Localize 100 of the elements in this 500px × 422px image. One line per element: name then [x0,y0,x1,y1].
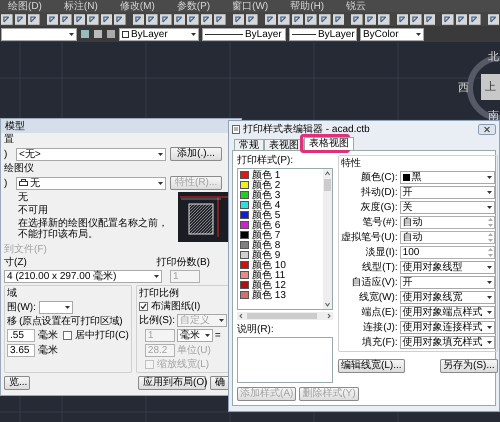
toolbar-icon[interactable] [14,14,26,24]
toolbar-icon[interactable] [214,14,226,24]
caret-icon [486,266,492,269]
toolbar-icon[interactable] [442,14,454,24]
toolbar-icon[interactable] [132,14,144,24]
dropdown[interactable]: 无 [16,176,166,190]
toolbar-icon[interactable] [46,14,58,24]
menu-item[interactable]: 绘图(D) [8,0,42,12]
button[interactable]: 览... [4,376,30,390]
button[interactable]: 应用到布局(O) [138,376,206,390]
list-item[interactable]: 颜色 2 [252,180,280,190]
toolbar-icon[interactable] [1,14,13,24]
list-item[interactable]: 颜色 10 [252,260,286,270]
toolbar-icon[interactable] [318,14,330,24]
list-item[interactable]: 颜色 9 [252,250,280,260]
toolbar-icon[interactable] [174,14,186,24]
dropdown[interactable]: 毫米 [176,329,213,342]
dropdown[interactable]: 开 [400,276,495,289]
list-item[interactable]: 颜色 8 [252,240,280,250]
dropdown[interactable]: 关 [400,201,495,214]
toolbar-icon[interactable] [264,14,276,24]
dropdown[interactable]: ByLayer [289,28,357,40]
toolbar-icon[interactable] [410,14,422,24]
scrollbar[interactable] [237,312,333,320]
unit-label: 毫米 [38,330,58,341]
dropdown[interactable]: 使用对象填充样式 [400,336,495,349]
menu-item[interactable]: 窗口(W) [232,0,268,12]
compass-label[interactable]: 南 [488,111,499,122]
dropdown[interactable]: 黑 [400,171,495,184]
dropdown[interactable]: <无> [16,148,166,160]
compass-label[interactable]: 西 [458,83,469,94]
list-item[interactable]: 颜色 6 [252,220,280,230]
button[interactable]: 添加(.)... [170,147,222,161]
list-item[interactable]: 颜色 13 [252,290,286,300]
menu-item[interactable]: 参数(P) [176,0,210,12]
button[interactable]: 确 [210,376,230,390]
dropdown[interactable]: ByColor [360,28,424,40]
dropdown[interactable]: ByLayer [202,28,286,40]
toolbar-icon[interactable] [278,14,290,24]
dropdown[interactable]: 使用对象连接样式 [400,321,495,334]
list-item[interactable]: 颜色 11 [252,270,286,280]
toolbar-icon[interactable] [469,14,481,24]
menu-item[interactable]: 标注(N) [64,0,98,12]
input-field[interactable]: 3.65 [7,344,35,357]
checkbox[interactable] [63,331,72,340]
toolbar-icon[interactable] [187,14,199,24]
toolbar-icon[interactable] [364,14,376,24]
toolbar-icon[interactable] [87,14,99,24]
menu-item[interactable]: 帮助(H) [290,0,324,12]
toolbar-icon[interactable] [424,14,436,24]
dropdown[interactable]: 开 [400,186,495,199]
menu-item[interactable]: 修改(M) [120,0,155,12]
toolbar-icon[interactable] [28,14,40,24]
dropdown[interactable]: 使用对象线宽 [400,291,495,304]
dropdown[interactable]: ByLayer [119,28,199,40]
caret-icon [416,32,421,36]
dropdown[interactable]: 4 (210.00 x 297.00 毫米) [4,270,162,283]
button[interactable]: 编辑线宽(L)... [338,359,405,373]
toolbar-icon[interactable] [100,14,112,24]
list-item[interactable]: 颜色 12 [252,280,286,290]
toolbar-icon[interactable] [292,14,304,24]
toolbar-icon[interactable] [114,14,126,24]
toolbar-icon[interactable] [160,14,172,24]
spin-field[interactable]: 自动 [400,216,495,229]
button[interactable]: 另存为(S)... [440,359,498,373]
toolbar-icon[interactable] [74,14,86,24]
spin-field[interactable]: 100 [400,246,495,259]
list-item[interactable]: 颜色 1 [252,170,280,180]
scrollbar[interactable] [323,169,332,309]
menu-item[interactable]: 锐云 [346,0,366,12]
toolbar-icon[interactable] [456,14,468,24]
section-heading: 域 [7,288,18,299]
close-icon[interactable] [478,124,496,134]
toolbar-icon[interactable] [146,14,158,24]
tab[interactable]: 常规 [234,139,264,150]
list-item[interactable]: 颜色 4 [252,200,280,210]
toolbar-icon[interactable] [200,14,212,24]
view-cube[interactable]: 上 [481,74,500,100]
tab[interactable]: 表视图 [264,139,304,150]
toolbar-icon[interactable] [378,14,390,24]
input-field[interactable]: .55 [7,329,35,342]
dropdown[interactable] [1,28,77,40]
checkbox[interactable] [138,302,148,311]
toolbar-icon[interactable] [246,14,258,24]
toolbar-icon[interactable] [488,14,500,24]
dropdown[interactable]: 使用对象线型 [400,261,495,274]
list-item[interactable]: 颜色 5 [252,210,280,220]
toolbar-icon[interactable] [305,14,317,24]
toolbar-icon[interactable] [396,14,408,24]
toolbar-icon[interactable] [60,14,72,24]
list-item[interactable]: 颜色 3 [252,190,280,200]
toolbar-icon[interactable] [332,14,344,24]
toolbar-icon[interactable] [350,14,363,24]
toolbar-icon[interactable] [232,14,244,24]
spin-field[interactable]: 自动 [400,231,495,244]
dropdown[interactable]: 使用对象端点样式 [400,306,495,319]
tab[interactable]: 表格视图 [304,137,354,150]
list-item[interactable]: 颜色 7 [252,230,280,240]
compass-label[interactable]: 北 [488,52,499,63]
field-label: ) [4,148,8,160]
